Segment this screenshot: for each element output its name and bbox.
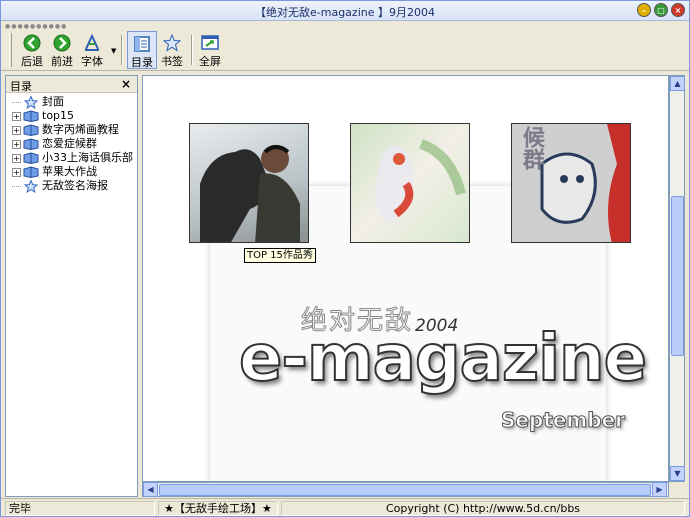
- close-button[interactable]: ×: [671, 3, 685, 17]
- font-label: 字体: [81, 55, 103, 68]
- book-icon: [23, 124, 39, 136]
- bookmark-button[interactable]: 书签: [157, 31, 187, 69]
- vertical-scroll-thumb[interactable]: [671, 196, 684, 356]
- vertical-scrollbar[interactable]: ▲ ▼: [669, 75, 685, 482]
- back-label: 后退: [21, 55, 43, 68]
- toc-panel-close-icon[interactable]: ×: [121, 77, 131, 91]
- tree-item-label: 恋爱症候群: [42, 137, 97, 150]
- minimize-button[interactable]: –: [637, 3, 651, 17]
- tree-item-love-syndrome[interactable]: + 恋爱症候群: [12, 137, 137, 151]
- toc-tree: 封面 + top15 + 数字丙烯画教程 + 恋爱症候群 + 小33上海话俱乐部: [6, 93, 137, 193]
- scroll-down-icon[interactable]: ▼: [670, 466, 685, 481]
- fullscreen-button[interactable]: 全屏: [195, 31, 225, 69]
- scroll-right-icon[interactable]: ▶: [652, 482, 667, 497]
- toc-panel-header: 目录 ×: [6, 76, 137, 93]
- tree-item-apple-battle[interactable]: + 苹果大作战: [12, 165, 137, 179]
- window-title: 【绝对无敌e-magazine 】9月2004: [255, 6, 435, 19]
- font-icon: [82, 34, 102, 52]
- tree-item-label: 封面: [42, 95, 64, 108]
- toolbar-separator: [191, 35, 193, 65]
- tree-item-label: 苹果大作战: [42, 165, 97, 178]
- expand-plus-icon[interactable]: +: [12, 125, 21, 135]
- window-controls: – □ ×: [637, 3, 685, 17]
- tree-item-label: 数字丙烯画教程: [42, 123, 119, 136]
- book-icon: [23, 138, 39, 150]
- toolbar-grip[interactable]: [9, 33, 12, 67]
- forward-button[interactable]: 前进: [47, 31, 77, 69]
- tree-item-acrylic-tutorial[interactable]: + 数字丙烯画教程: [12, 123, 137, 137]
- back-arrow-icon: [22, 34, 42, 52]
- status-copyright: Copyright (C) http://www.5d.cn/bbs: [281, 501, 685, 516]
- fullscreen-label: 全屏: [199, 55, 221, 68]
- scroll-up-icon[interactable]: ▲: [670, 76, 685, 91]
- tree-item-label: 无敌签名海报: [42, 179, 108, 192]
- toc-panel-title: 目录: [10, 80, 32, 93]
- bookmark-star-icon: [162, 34, 182, 52]
- book-icon: [23, 166, 39, 178]
- app-window: 【绝对无敌e-magazine 】9月2004 – □ × ●●●●●●●●●●…: [0, 0, 690, 517]
- toc-label: 目录: [131, 56, 153, 69]
- tree-item-signature-poster[interactable]: 无敌签名海报: [12, 179, 137, 193]
- maximize-button[interactable]: □: [654, 3, 668, 17]
- forward-arrow-icon: [52, 34, 72, 52]
- forward-label: 前进: [51, 55, 73, 68]
- tree-item-top15[interactable]: + top15: [12, 109, 137, 123]
- title-bar: 【绝对无敌e-magazine 】9月2004 – □ ×: [1, 1, 689, 21]
- tree-connector: [12, 185, 21, 187]
- star-page-icon: [23, 95, 39, 109]
- horizontal-scroll-thumb[interactable]: [159, 484, 651, 496]
- font-button[interactable]: 字体: [77, 31, 107, 69]
- thumbnail-love-syndrome[interactable]: 候群: [511, 123, 631, 243]
- expand-plus-icon[interactable]: +: [12, 167, 21, 177]
- expand-plus-icon[interactable]: +: [12, 153, 21, 163]
- tree-item-label: 小33上海话俱乐部: [42, 151, 133, 164]
- toolbar-separator: [121, 35, 123, 65]
- toc-icon: [132, 35, 152, 53]
- bookmark-label: 书签: [161, 55, 183, 68]
- horse-rider-image: [200, 145, 300, 242]
- fullscreen-icon: [200, 34, 220, 52]
- status-bar: 完毕 ★【无敌手绘工场】★ Copyright (C) http://www.5…: [1, 498, 689, 517]
- back-button[interactable]: 后退: [17, 31, 47, 69]
- tree-item-label: top15: [42, 109, 75, 122]
- tree-item-shanghai-club[interactable]: + 小33上海话俱乐部: [12, 151, 137, 165]
- book-icon: [23, 152, 39, 164]
- status-credit: ★【无敌手绘工场】★: [158, 501, 278, 516]
- tree-item-cover[interactable]: 封面: [12, 95, 137, 109]
- star-page-icon: [23, 179, 39, 193]
- book-icon: [23, 110, 39, 122]
- magazine-month: September: [501, 408, 626, 433]
- expand-plus-icon[interactable]: +: [12, 139, 21, 149]
- rooster-painting-image: [375, 139, 466, 224]
- horizontal-scrollbar[interactable]: ◀ ▶: [142, 482, 669, 497]
- scroll-left-icon[interactable]: ◀: [143, 482, 158, 497]
- magazine-title: e-magazine: [238, 321, 648, 397]
- toolbar: 后退 前进 字体 ▼ 目录 书签 全屏: [1, 29, 689, 71]
- status-text: 完毕: [5, 501, 155, 516]
- font-dropdown-arrow-icon[interactable]: ▼: [111, 47, 116, 55]
- toc-button[interactable]: 目录: [127, 31, 157, 69]
- toc-panel: 目录 × 封面 + top15 + 数字丙烯画教程 + 恋爱症候群 + 小33上…: [5, 75, 138, 497]
- magazine-view: 候群 TOP 15作品秀 绝对无敌 2004 e-magazine Septem…: [142, 75, 669, 482]
- expand-plus-icon[interactable]: +: [12, 111, 21, 121]
- thumbnail-acrylic[interactable]: [350, 123, 470, 243]
- thumbnail-top15[interactable]: [189, 123, 309, 243]
- thumbnail-caption: 候群: [519, 126, 544, 170]
- tree-connector: [12, 101, 21, 103]
- tooltip: TOP 15作品秀: [244, 248, 316, 263]
